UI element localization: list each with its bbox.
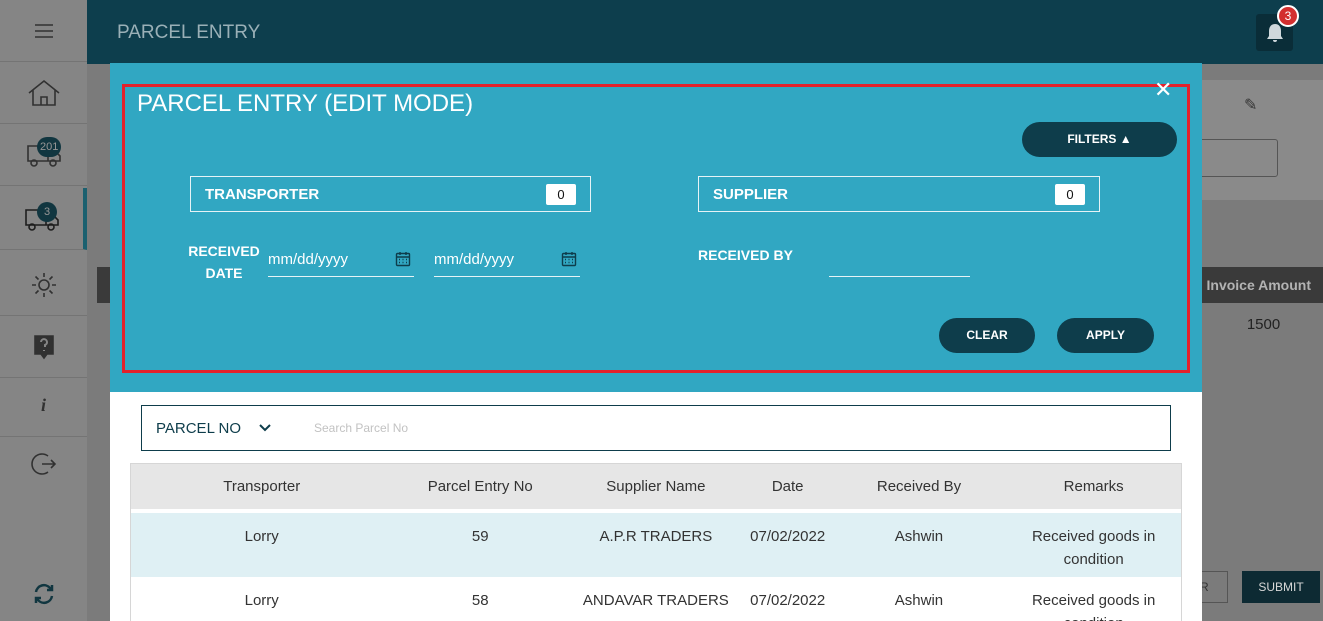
cell-date: 07/02/2022 [750, 528, 826, 545]
column-header-received-by[interactable]: Received By [831, 464, 1007, 513]
date-to-placeholder: mm/dd/yyyy [434, 250, 515, 268]
supplier-count: 0 [1055, 183, 1085, 205]
column-header-supplier-name[interactable]: Supplier Name [568, 464, 744, 513]
filter-panel: PARCEL ENTRY (EDIT MODE) ✕ FILTERS ▲ TRA… [110, 63, 1202, 392]
calendar-icon[interactable] [395, 251, 411, 267]
search-bar: PARCEL NO [141, 405, 1171, 451]
supplier-select[interactable]: SUPPLIER 0 [698, 176, 1100, 212]
cell-transporter: Lorry [244, 528, 279, 545]
bell-icon [1266, 23, 1283, 42]
search-field-select[interactable]: PARCEL NO [142, 420, 298, 437]
chevron-down-icon [259, 424, 271, 432]
received-by-input[interactable] [829, 241, 970, 277]
column-header-parcel-entry-no[interactable]: Parcel Entry No [392, 464, 569, 513]
background-date-field [1195, 139, 1278, 177]
column-header-remarks[interactable]: Remarks [1006, 464, 1181, 513]
cell-received-by: Ashwin [894, 592, 944, 609]
edit-icon: ✎ [1244, 97, 1258, 114]
sidebar-overlay [0, 0, 87, 621]
column-header-transporter[interactable]: Transporter [131, 464, 393, 513]
transporter-label: TRANSPORTER [205, 185, 320, 203]
cell-supplier-name: ANDAVAR TRADERS [582, 592, 729, 609]
invoice-amount-header: Invoice Amount [1200, 267, 1323, 303]
received-date-to-input[interactable]: mm/dd/yyyy [434, 242, 580, 277]
background-partial-button: R [1200, 571, 1228, 603]
close-icon[interactable]: ✕ [1154, 77, 1172, 103]
date-from-placeholder: mm/dd/yyyy [268, 250, 349, 268]
cell-parcel-entry-no: 59 [471, 528, 489, 545]
filters-toggle-button[interactable]: FILTERS ▲ [1022, 122, 1177, 157]
column-header-date[interactable]: Date [743, 464, 832, 513]
notification-badge: 3 [1277, 5, 1299, 27]
apply-button[interactable]: APPLY [1057, 318, 1154, 353]
supplier-label: SUPPLIER [713, 185, 789, 203]
submit-button: SUBMIT [1242, 571, 1320, 603]
received-by-label: RECEIVED BY [698, 247, 793, 263]
received-date-label: RECEIVED DATE [188, 243, 260, 281]
cell-parcel-entry-no: 58 [471, 592, 489, 609]
cell-remarks: Received goods in condition [1031, 592, 1156, 621]
transporter-select[interactable]: TRANSPORTER 0 [190, 176, 591, 212]
table-header-row: Transporter Parcel Entry No Supplier Nam… [131, 464, 1181, 513]
cell-transporter: Lorry [244, 592, 279, 609]
parcel-entry-modal: PARCEL ENTRY (EDIT MODE) ✕ FILTERS ▲ TRA… [110, 63, 1202, 621]
parcel-table: Transporter Parcel Entry No Supplier Nam… [130, 463, 1182, 621]
cell-remarks: Received goods in condition [1031, 528, 1156, 568]
cell-received-by: Ashwin [894, 528, 944, 545]
clear-button[interactable]: CLEAR [939, 318, 1035, 353]
calendar-icon[interactable] [561, 251, 577, 267]
table-row[interactable]: Lorry 58 ANDAVAR TRADERS 07/02/2022 Ashw… [131, 577, 1181, 621]
search-input[interactable] [298, 421, 1170, 435]
page-title: PARCEL ENTRY [117, 22, 261, 43]
background-table-header-edge [97, 267, 111, 303]
transporter-count: 0 [546, 183, 576, 205]
invoice-amount-value: 1500 [1246, 316, 1281, 333]
app-header: PARCEL ENTRY 3 [87, 0, 1323, 64]
table-row[interactable]: Lorry 59 A.P.R TRADERS 07/02/2022 Ashwin… [131, 511, 1181, 577]
sidebar: 201 3 i [0, 0, 87, 621]
modal-title: PARCEL ENTRY (EDIT MODE) [137, 90, 474, 117]
search-field-label: PARCEL NO [156, 419, 242, 437]
received-date-from-input[interactable]: mm/dd/yyyy [268, 242, 414, 277]
cell-supplier-name: A.P.R TRADERS [599, 528, 713, 545]
cell-date: 07/02/2022 [750, 592, 826, 609]
